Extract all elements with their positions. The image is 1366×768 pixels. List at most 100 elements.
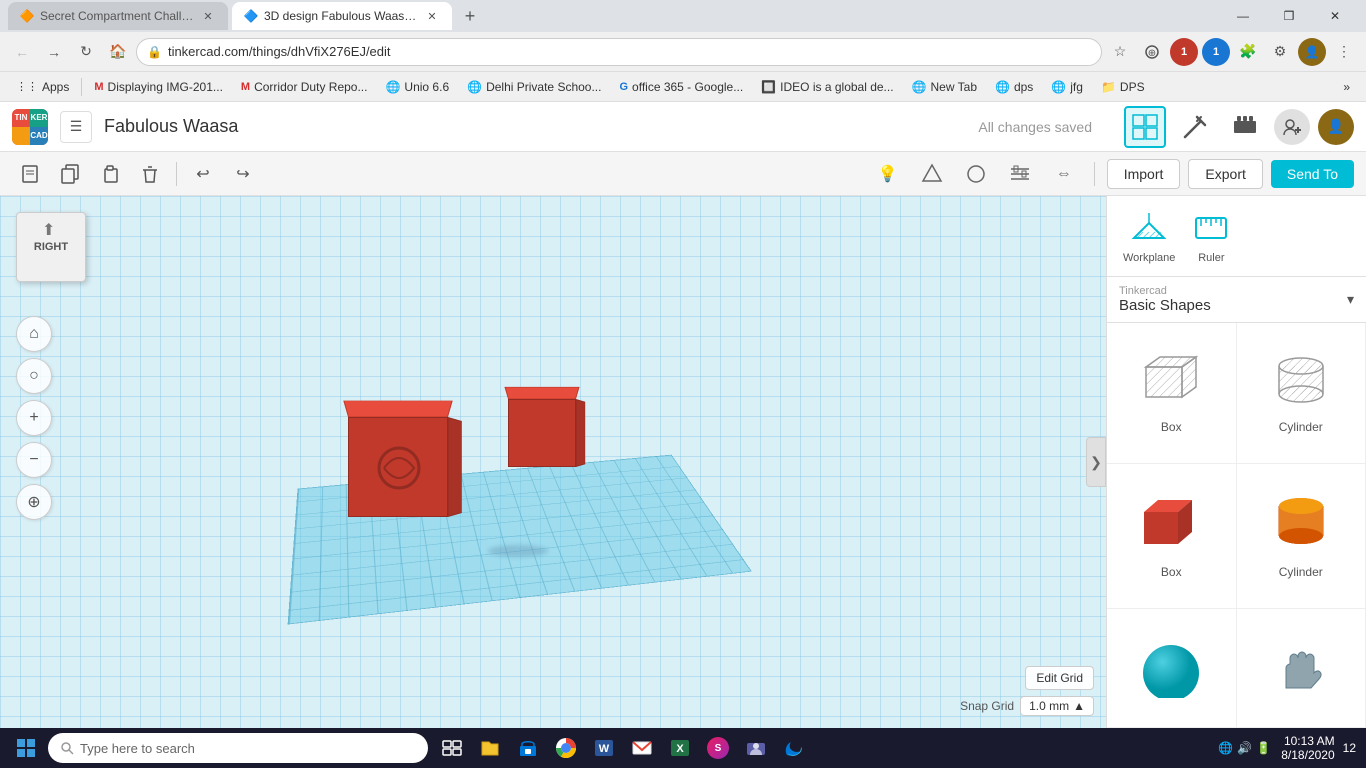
shape-solid-cylinder-label: Cylinder [1279, 565, 1323, 579]
edge-button[interactable] [776, 730, 812, 766]
star-icon[interactable]: ☆ [1106, 38, 1134, 66]
shape-solid-box[interactable]: Box [1107, 464, 1237, 610]
profile-icon-2[interactable]: 1 [1202, 38, 1230, 66]
profile-icon-1[interactable]: 1 [1170, 38, 1198, 66]
edit-grid-button[interactable]: Edit Grid [1025, 666, 1094, 690]
search-bar[interactable]: Type here to search [48, 733, 428, 763]
store-icon [518, 738, 538, 758]
settings-icon[interactable]: ⚙ [1266, 38, 1294, 66]
tab-tinkercad[interactable]: 🔷 3D design Fabulous Waasa | Tink... ✕ [232, 2, 452, 30]
bookmarks-more[interactable]: » [1335, 78, 1358, 96]
zoom-out-button[interactable]: − [16, 442, 52, 478]
store-button[interactable] [510, 730, 546, 766]
bookmark-mail2[interactable]: M Corridor Duty Repo... [233, 78, 376, 96]
close-button[interactable]: ✕ [1312, 0, 1358, 32]
tab-secret-compartment[interactable]: 🔶 Secret Compartment Challenge ✕ [8, 2, 228, 30]
grid-controls: Edit Grid Snap Grid 1.0 mm ▲ [960, 666, 1094, 716]
taskview-button[interactable] [434, 730, 470, 766]
shape-wireframe-box[interactable]: Box [1107, 323, 1237, 464]
shape-solid-cylinder[interactable]: Cylinder [1237, 464, 1366, 610]
bookmark-office[interactable]: G office 365 - Google... [611, 78, 751, 96]
delete-button[interactable] [132, 156, 168, 192]
cube-arrow-icon[interactable]: ⬆ [42, 220, 55, 240]
view-cube[interactable]: ⬆ RIGHT [16, 212, 96, 292]
excel-button[interactable]: X [662, 730, 698, 766]
shape-tool-2[interactable] [958, 156, 994, 192]
menu-button[interactable]: ☰ [60, 111, 92, 143]
send-to-button[interactable]: Send To [1271, 160, 1354, 188]
tab2-close[interactable]: ✕ [424, 8, 440, 24]
maximize-button[interactable]: ❒ [1266, 0, 1312, 32]
forward-button[interactable]: → [40, 38, 68, 66]
user-profile-button[interactable]: 👤 [1318, 109, 1354, 145]
start-button[interactable] [6, 728, 46, 768]
shape-tool-1[interactable] [914, 156, 950, 192]
undo-button[interactable]: ↩ [185, 156, 221, 192]
bookmark-delhi[interactable]: 🌐 Delhi Private Schoo... [459, 78, 609, 96]
extensions-icon[interactable]: ⊕ [1138, 38, 1166, 66]
bookmark-unio[interactable]: 🌐 Unio 6.6 [377, 78, 457, 96]
bookmark-dps2[interactable]: 📁 DPS [1093, 78, 1153, 96]
mirror-tool[interactable]: ⇔ [1046, 156, 1082, 192]
reset-view-button[interactable]: ⊕ [16, 484, 52, 520]
add-user-button[interactable] [1274, 109, 1310, 145]
minimize-button[interactable]: — [1220, 0, 1266, 32]
home-button[interactable]: 🏠 [104, 38, 132, 66]
notification-count[interactable]: 12 [1339, 741, 1360, 755]
navigation-controls: ⌂ ○ + − ⊕ [16, 316, 52, 520]
volume-icon[interactable]: 🔊 [1237, 741, 1252, 755]
large-box-3d[interactable] [348, 397, 468, 517]
word-button[interactable]: W [586, 730, 622, 766]
bookmark-ideo[interactable]: 🔲 IDEO is a global de... [753, 78, 901, 96]
redo-button[interactable]: ↪ [225, 156, 261, 192]
workplane-tool[interactable]: Workplane [1123, 208, 1175, 264]
paste-button[interactable] [92, 156, 128, 192]
small-box-3d[interactable] [508, 387, 588, 467]
back-button[interactable]: ← [8, 38, 36, 66]
export-button[interactable]: Export [1188, 159, 1262, 189]
app8-button[interactable]: S [700, 730, 736, 766]
3d-view-button[interactable] [1124, 106, 1166, 148]
shape-tool-icon [921, 163, 943, 185]
content-area: ⬆ RIGHT ⌂ ○ + − ⊕ [0, 196, 1366, 728]
address-bar[interactable]: 🔒 tinkercad.com/things/dhVfiX276EJ/edit [136, 38, 1102, 66]
date-display: 8/18/2020 [1281, 748, 1334, 762]
extensions-menu-icon[interactable]: 🧩 [1234, 38, 1262, 66]
tab1-close[interactable]: ✕ [200, 8, 216, 24]
bookmark-apps[interactable]: ⋮⋮ Apps [8, 78, 77, 96]
chrome-taskbar-button[interactable] [548, 730, 584, 766]
network-icon[interactable]: 🌐 [1218, 741, 1233, 755]
zoom-in-button[interactable]: + [16, 400, 52, 436]
refresh-button[interactable]: ↻ [72, 38, 100, 66]
selector-name: Basic Shapes [1119, 297, 1211, 314]
gmail-taskbar-button[interactable] [624, 730, 660, 766]
snap-grid-value[interactable]: 1.0 mm ▲ [1020, 696, 1094, 716]
selector-dropdown-icon[interactable]: ▾ [1347, 291, 1354, 308]
shape-sphere[interactable] [1107, 609, 1237, 728]
bookmark-dps1[interactable]: 🌐 dps [987, 78, 1041, 96]
bookmark-newtab[interactable]: 🌐 New Tab [904, 78, 985, 96]
new-tab-button[interactable]: + [456, 2, 484, 30]
battery-icon[interactable]: 🔋 [1256, 741, 1271, 755]
user-avatar[interactable]: 👤 [1298, 38, 1326, 66]
orbit-button[interactable]: ○ [16, 358, 52, 394]
build-mode-button[interactable] [1174, 106, 1216, 148]
shape-hand[interactable] [1237, 609, 1366, 728]
import-button[interactable]: Import [1107, 159, 1181, 189]
chrome-menu-icon[interactable]: ⋮ [1330, 38, 1358, 66]
3d-viewport[interactable]: ⬆ RIGHT ⌂ ○ + − ⊕ [0, 196, 1106, 728]
bookmark-jfg[interactable]: 🌐 jfg [1043, 78, 1091, 96]
teams-button[interactable] [738, 730, 774, 766]
copy-button[interactable] [52, 156, 88, 192]
shape-wireframe-cylinder[interactable]: Cylinder [1237, 323, 1366, 464]
new-design-button[interactable] [12, 156, 48, 192]
bookmark-mail1[interactable]: M Displaying IMG-201... [86, 78, 231, 96]
align-tool[interactable] [1002, 156, 1038, 192]
home-view-button[interactable]: ⌂ [16, 316, 52, 352]
ruler-tool[interactable]: Ruler [1191, 208, 1231, 264]
files-button[interactable] [472, 730, 508, 766]
light-tool[interactable]: 💡 [870, 156, 906, 192]
panel-collapse-button[interactable]: ❯ [1086, 437, 1106, 487]
circuit-mode-button[interactable] [1224, 106, 1266, 148]
tinkercad-header: TIN KER CAD ☰ Fabulous Waasa All changes… [0, 102, 1366, 152]
